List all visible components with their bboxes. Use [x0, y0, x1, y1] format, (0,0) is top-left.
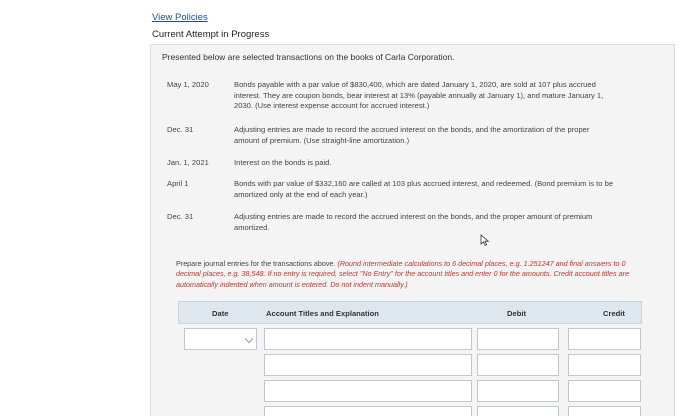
description-line: amortized only at the end of each year.): [234, 189, 368, 199]
description-line: Bonds with par value of $332,160 are cal…: [234, 179, 614, 188]
instructions-text: Prepare journal entries for the transact…: [176, 259, 336, 268]
transaction-description: Adjusting entries are made to record the…: [234, 212, 654, 233]
debit-input[interactable]: [477, 328, 559, 350]
journal-row: [178, 406, 642, 416]
description-line: Bonds payable with a par value of $830,4…: [234, 80, 596, 89]
account-title-input[interactable]: [264, 354, 472, 376]
credit-input[interactable]: [568, 328, 641, 350]
header-account: Account Titles and Explanation: [266, 309, 379, 318]
transaction-date: April 1: [167, 179, 189, 188]
journal-entry-table: Date Account Titles and Explanation Debi…: [178, 301, 642, 416]
dropdown-chevron-icon[interactable]: [244, 334, 254, 344]
credit-input[interactable]: [568, 406, 641, 416]
problem-intro: Presented below are selected transaction…: [162, 52, 455, 62]
description-line: Adjusting entries are made to record the…: [234, 212, 593, 221]
transaction-date: May 1, 2020: [167, 80, 209, 89]
transaction-date: Dec. 31: [167, 125, 194, 134]
header-date: Date: [212, 309, 229, 318]
transaction-date: Jan. 1, 2021: [167, 158, 209, 167]
question-panel: Presented below are selected transaction…: [150, 44, 675, 416]
description-line: amount of premium. (Use straight-line am…: [234, 135, 410, 145]
instructions-rounding: (Round intermediate calculations to 6 de…: [337, 259, 612, 268]
credit-input[interactable]: [568, 380, 641, 402]
view-policies-link[interactable]: View Policies: [152, 10, 269, 26]
description-line: amortized.: [234, 222, 270, 232]
journal-table-header: Date Account Titles and Explanation Debi…: [178, 301, 642, 324]
account-title-input[interactable]: [264, 380, 472, 402]
journal-row: [178, 328, 642, 350]
cursor-arrow-icon: [480, 234, 490, 246]
transaction-date: Dec. 31: [167, 212, 194, 221]
description-line: 2030. (Use interest expense account for …: [234, 101, 430, 111]
journal-row: [178, 380, 642, 402]
attempt-status: Current Attempt in Progress: [152, 29, 270, 40]
description-line: Interest on the bonds is paid.: [234, 158, 332, 167]
journal-row: [178, 354, 642, 376]
debit-input[interactable]: [477, 406, 559, 416]
description-line: interest. They are coupon bonds, bear in…: [234, 90, 604, 100]
instructions: Prepare journal entries for the transact…: [176, 259, 646, 290]
transaction-description: Bonds payable with a par value of $830,4…: [234, 80, 654, 112]
transaction-description: Bonds with par value of $332,160 are cal…: [234, 179, 654, 200]
description-line: Adjusting entries are made to record the…: [234, 125, 590, 134]
header-debit: Debit: [507, 309, 526, 318]
transaction-description: Adjusting entries are made to record the…: [234, 125, 654, 146]
account-title-input[interactable]: [264, 328, 472, 350]
top-links: View Policies Current Attempt in Progres…: [152, 10, 269, 43]
date-select[interactable]: [184, 328, 257, 350]
header-credit: Credit: [603, 309, 625, 318]
transaction-description: Interest on the bonds is paid.: [234, 158, 654, 169]
account-title-input[interactable]: [264, 406, 472, 416]
credit-input[interactable]: [568, 354, 641, 376]
debit-input[interactable]: [477, 380, 559, 402]
debit-input[interactable]: [477, 354, 559, 376]
